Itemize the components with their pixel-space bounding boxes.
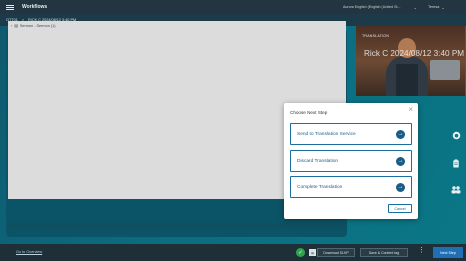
arrow-right-icon: → (396, 182, 405, 192)
save-content-button[interactable]: Save & Content tag (360, 248, 408, 257)
download-button[interactable]: Download SLKP (317, 248, 355, 257)
video-overlay-text: Rick C 2024/08/12 3:40 PM (364, 49, 465, 58)
cancel-button[interactable]: Cancel (388, 204, 412, 213)
go-to-overview-link[interactable]: Go to Overview (16, 250, 42, 254)
video-label: TRANSLATION (362, 34, 390, 38)
top-bar: Workflows Aurora English (English (Unite… (0, 0, 466, 14)
menu-icon[interactable] (6, 4, 14, 10)
user-name: Teresa (428, 5, 440, 9)
document-scrollbar[interactable] (8, 223, 346, 229)
video-person-apron (396, 64, 418, 96)
arrow-right-icon: → (396, 156, 405, 166)
footer-bar: Go to Overview ✓ ▤ Download SLKP Save & … (0, 244, 466, 261)
document-panel-label: Sermon - Sermon (1) (19, 23, 56, 28)
people-icon[interactable] (451, 185, 461, 195)
app-title: Workflows (22, 4, 48, 10)
option-label: Send to Translation Service (297, 131, 356, 137)
video-background (430, 60, 460, 80)
chevron-down-icon: ⌄ (413, 4, 417, 10)
github-icon[interactable] (451, 130, 461, 140)
option-label: Complete Translation (297, 184, 343, 190)
dialog-title: Choose Next Step (290, 110, 328, 115)
chevron-down-icon: ⌄ (441, 5, 445, 10)
document-panel-header[interactable]: › ▤ Sermon - Sermon (1) (8, 21, 346, 30)
document-icon: ▤ (309, 249, 316, 256)
app-window: Workflows Aurora English (English (Unite… (0, 0, 466, 261)
video-player[interactable]: TRANSLATION Rick C 2024/08/12 3:40 PM (356, 26, 465, 96)
send-to-translation-service-button[interactable]: Send to Translation Service → (290, 123, 412, 145)
arrow-right-icon: → (396, 129, 405, 139)
file-icon: ▤ (14, 24, 18, 28)
more-options-icon[interactable]: ⋮ (418, 247, 425, 254)
option-label: Discard Translation (297, 158, 339, 164)
choose-next-step-dialog: Choose Next Step × Send to Translation S… (284, 103, 418, 219)
language-select[interactable]: Aurora English (English (United St... ⌄ (340, 3, 420, 11)
close-icon[interactable]: × (408, 106, 413, 114)
clipboard-icon[interactable] (451, 158, 461, 168)
complete-translation-button[interactable]: Complete Translation → (290, 176, 412, 198)
expand-icon[interactable]: › (11, 24, 12, 28)
check-icon: ✓ (296, 248, 305, 257)
language-value: Aurora English (English (United St... (343, 5, 401, 9)
discard-translation-button[interactable]: Discard Translation → (290, 150, 412, 172)
next-step-button[interactable]: Next Step (433, 247, 463, 258)
user-menu[interactable]: Teresa ⌄ (428, 3, 445, 11)
